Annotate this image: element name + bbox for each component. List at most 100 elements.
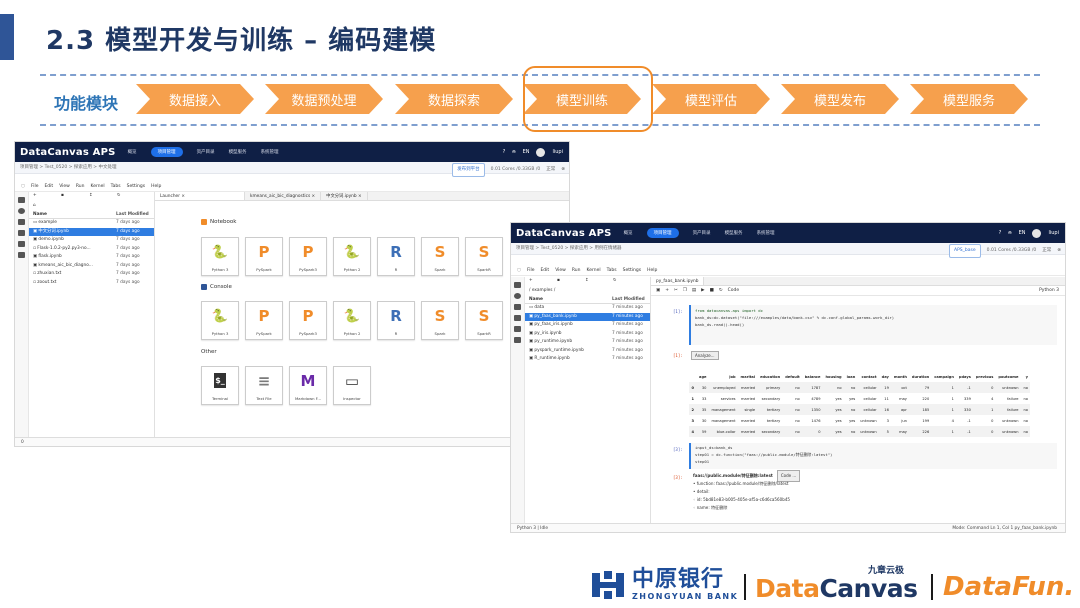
kernel-name[interactable]: Python 3: [1039, 288, 1059, 293]
nav-system[interactable]: 系统管理: [757, 230, 775, 236]
list-item[interactable]: ▫ zoout.txt 7 days ago: [29, 279, 154, 288]
list-item[interactable]: ▫ Flask-1.0.2-py2.py3-no... 7 days ago: [29, 245, 154, 254]
nav-model-service[interactable]: 模型服务: [725, 230, 743, 236]
nav-projects[interactable]: 项目管理: [150, 147, 183, 157]
menu-file[interactable]: File: [31, 184, 39, 189]
restart-icon[interactable]: ↻: [719, 288, 723, 293]
folder-icon[interactable]: [18, 197, 25, 203]
tab-3[interactable]: 中文分词.ipynb ×: [321, 192, 368, 200]
close-icon[interactable]: ⊗: [1057, 245, 1061, 257]
kernel-card[interactable]: 🐍 Python 2: [333, 301, 371, 340]
commands-icon[interactable]: [18, 219, 25, 225]
tab-2[interactable]: kmeans_aic_bic_diagnostics ×: [245, 192, 322, 200]
add-cell-icon[interactable]: +: [665, 288, 669, 293]
refresh-icon[interactable]: ↻: [117, 192, 121, 202]
running-icon[interactable]: [18, 208, 25, 214]
tabs-icon[interactable]: [18, 252, 25, 258]
analyze-button[interactable]: Analyze...: [691, 351, 719, 360]
menu-help[interactable]: Help: [647, 268, 657, 273]
header-modified[interactable]: Last Modified: [612, 296, 650, 304]
list-item[interactable]: ▭ data 7 minutes ago: [525, 304, 650, 313]
bell-icon[interactable]: ⍾: [1008, 230, 1011, 236]
upload-icon[interactable]: ↥: [89, 192, 117, 202]
kernel-card[interactable]: $_ Terminal: [201, 366, 239, 405]
save-icon[interactable]: ▣: [656, 288, 660, 293]
kernel-card[interactable]: S Spark: [421, 237, 459, 276]
menu-view[interactable]: View: [555, 268, 566, 273]
new-launcher-icon[interactable]: +: [33, 192, 61, 202]
lang-switch[interactable]: EN: [1019, 230, 1026, 236]
list-item[interactable]: ▣ 中文分词.ipynb 7 days ago: [29, 227, 154, 236]
publish-button[interactable]: 发布到平台: [452, 163, 485, 177]
menu-settings[interactable]: Settings: [623, 268, 641, 273]
avatar[interactable]: [536, 147, 546, 157]
new-folder-icon[interactable]: ▪: [557, 277, 585, 287]
menu-kernel[interactable]: Kernel: [91, 184, 105, 189]
help-icon[interactable]: ?: [503, 149, 506, 155]
kernel-card[interactable]: S Spark: [421, 301, 459, 340]
code-cell-1[interactable]: from datacanvas.aps import dc bank_ds=dc.…: [689, 305, 1057, 345]
aps-base-badge[interactable]: APS_base: [949, 244, 981, 258]
code-cell-2[interactable]: input_ds=bank_ds step01 = dc.function("fa…: [689, 443, 1057, 469]
nav-assets[interactable]: 资产目录: [693, 230, 711, 236]
kernel-card[interactable]: P PySpark: [245, 237, 283, 276]
kernel-card[interactable]: S SparkR: [465, 301, 503, 340]
bell-icon[interactable]: ⍾: [512, 149, 515, 155]
list-item[interactable]: ▫ zhuxian.txt 7 days ago: [29, 270, 154, 279]
wrench-icon[interactable]: [18, 241, 25, 247]
copy-icon[interactable]: ❐: [683, 288, 687, 293]
menu-run[interactable]: Run: [76, 184, 85, 189]
nav-assets[interactable]: 资产目录: [197, 149, 215, 155]
kernel-card[interactable]: 🐍 Python 2: [333, 237, 371, 276]
upload-icon[interactable]: ↥: [585, 277, 613, 287]
menu-run[interactable]: Run: [572, 268, 581, 273]
menu-kernel[interactable]: Kernel: [587, 268, 601, 273]
lang-switch[interactable]: EN: [523, 149, 530, 155]
menu-tabs[interactable]: Tabs: [607, 268, 617, 273]
list-item[interactable]: ▣ py_faas_bank.ipynb 7 minutes ago: [525, 312, 650, 321]
palette-icon[interactable]: [18, 230, 25, 236]
kernel-card[interactable]: P PySpark3: [289, 237, 327, 276]
running-icon[interactable]: [514, 293, 521, 299]
kernel-card[interactable]: S SparkR: [465, 237, 503, 276]
nav-projects[interactable]: 项目管理: [646, 228, 679, 238]
kernel-card[interactable]: RR: [377, 301, 415, 340]
list-item[interactable]: ▣ R_runtime.ipynb 7 minutes ago: [525, 355, 650, 364]
menu-edit[interactable]: Edit: [540, 268, 549, 273]
header-name[interactable]: Name: [529, 296, 612, 304]
cut-icon[interactable]: ✂: [674, 288, 678, 293]
menu-edit[interactable]: Edit: [44, 184, 53, 189]
kernel-card[interactable]: ≡ Text File: [245, 366, 283, 405]
home-crumb[interactable]: ⌂: [29, 202, 154, 211]
kernel-card[interactable]: ▭ Inspector: [333, 366, 371, 405]
list-item[interactable]: ▣ py_faas_iris.ipynb 7 minutes ago: [525, 321, 650, 330]
list-item[interactable]: ▣ py_iris.ipynb 7 minutes ago: [525, 330, 650, 339]
nav-system[interactable]: 系统管理: [261, 149, 279, 155]
menu-help[interactable]: Help: [151, 184, 161, 189]
kernel-card[interactable]: 🐍 Python 3: [201, 237, 239, 276]
new-folder-icon[interactable]: ▪: [61, 192, 89, 202]
list-item[interactable]: ▣ kmeans_aic_bic_diagno... 7 days ago: [29, 262, 154, 271]
refresh-icon[interactable]: ↻: [613, 277, 617, 287]
menu-tabs[interactable]: Tabs: [111, 184, 121, 189]
header-name[interactable]: Name: [33, 211, 116, 219]
wrench-icon[interactable]: [514, 326, 521, 332]
run-icon[interactable]: ▶: [701, 288, 704, 293]
new-launcher-icon[interactable]: +: [529, 277, 557, 287]
paste-icon[interactable]: ▤: [692, 288, 696, 293]
menu-view[interactable]: View: [59, 184, 70, 189]
help-icon[interactable]: ?: [999, 230, 1002, 236]
menu-settings[interactable]: Settings: [127, 184, 145, 189]
header-modified[interactable]: Last Modified: [116, 211, 154, 219]
kernel-card[interactable]: P PySpark3: [289, 301, 327, 340]
nav-model-service[interactable]: 模型服务: [229, 149, 247, 155]
kernel-card[interactable]: M Markdown F...: [289, 366, 327, 405]
list-item[interactable]: ▣ py_runtime.ipynb 7 minutes ago: [525, 338, 650, 347]
list-item[interactable]: ▣ demo.ipynb 7 days ago: [29, 236, 154, 245]
tab-1[interactable]: Launcher ×: [155, 192, 245, 200]
nav-overview[interactable]: 概览: [624, 230, 633, 236]
path-crumb[interactable]: / examples /: [525, 287, 650, 296]
commands-icon[interactable]: [514, 304, 521, 310]
nav-overview[interactable]: 概览: [128, 149, 137, 155]
tab-notebook[interactable]: py_faas_bank.ipynb: [651, 277, 705, 285]
